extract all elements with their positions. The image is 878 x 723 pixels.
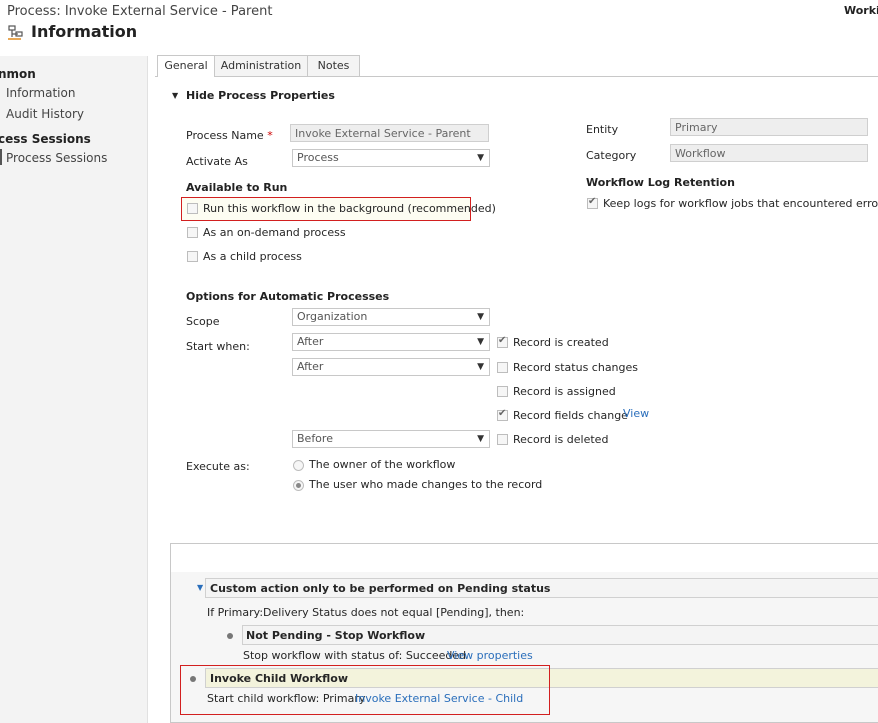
nav-group-common: nmon bbox=[0, 67, 36, 81]
record-fields-checkbox[interactable] bbox=[497, 408, 508, 421]
entity-label: Entity bbox=[586, 123, 619, 136]
category-field: Workflow bbox=[670, 144, 868, 162]
log-retention-heading: Workflow Log Retention bbox=[586, 176, 735, 189]
keep-logs-checkbox[interactable] bbox=[587, 196, 598, 209]
nav-item-information[interactable]: Information bbox=[6, 86, 75, 100]
required-icon: * bbox=[267, 129, 273, 142]
collapse-arrow-icon[interactable]: ▼ bbox=[172, 91, 178, 100]
tab-general[interactable]: General bbox=[157, 55, 215, 77]
record-created-checkbox[interactable] bbox=[497, 335, 508, 348]
start-when-label: Start when: bbox=[186, 340, 250, 353]
scope-label: Scope bbox=[186, 315, 220, 328]
view-properties-link[interactable]: View properties bbox=[447, 649, 533, 662]
tab-administration[interactable]: Administration bbox=[214, 55, 308, 76]
hide-process-properties[interactable]: Hide Process Properties bbox=[186, 89, 335, 102]
on-demand-label: As an on-demand process bbox=[203, 226, 346, 239]
dropdown-arrow-icon: ▼ bbox=[477, 337, 484, 347]
on-demand-checkbox[interactable] bbox=[187, 227, 198, 238]
activate-as-label: Activate As bbox=[186, 155, 248, 168]
run-background-label: Run this workflow in the background (rec… bbox=[203, 202, 496, 215]
start-when-status-value: After bbox=[297, 360, 324, 373]
record-status-label: Record status changes bbox=[513, 361, 639, 374]
nav-selection-bar bbox=[0, 149, 2, 165]
record-fields-label: Record fields change bbox=[513, 409, 628, 422]
dropdown-arrow-icon: ▼ bbox=[477, 362, 484, 372]
process-icon bbox=[8, 25, 23, 40]
keep-logs-label: Keep logs for workflow jobs that encount… bbox=[603, 197, 878, 210]
user-option-label: The user who made changes to the record bbox=[309, 478, 543, 491]
step-not-pending-text: Stop workflow with status of: Succeeded bbox=[243, 649, 467, 662]
run-background-checkbox[interactable] bbox=[187, 203, 198, 214]
scope-select[interactable]: Organization ▼ bbox=[292, 308, 490, 326]
dropdown-arrow-icon: ▼ bbox=[477, 312, 484, 322]
activate-as-value: Process bbox=[297, 151, 339, 164]
user-radio[interactable] bbox=[293, 480, 304, 491]
dropdown-arrow-icon: ▼ bbox=[477, 153, 484, 163]
designer-toolbar bbox=[171, 544, 878, 572]
start-when-status-select[interactable]: After ▼ bbox=[292, 358, 490, 376]
record-assigned-label: Record is assigned bbox=[513, 385, 616, 398]
record-status-checkbox[interactable] bbox=[497, 362, 508, 373]
owner-option-label: The owner of the workflow bbox=[309, 458, 456, 471]
child-process-label: As a child process bbox=[203, 250, 302, 263]
child-process-checkbox[interactable] bbox=[187, 251, 198, 262]
page-title: Information bbox=[31, 22, 138, 41]
process-name-label: Process Name * bbox=[186, 129, 273, 142]
activate-as-select[interactable]: Process ▼ bbox=[292, 149, 490, 167]
category-label: Category bbox=[586, 149, 637, 162]
expand-arrow-icon[interactable]: ▼ bbox=[197, 583, 203, 592]
step-not-pending-title: Not Pending - Stop Workflow bbox=[246, 629, 426, 642]
start-when-created-value: After bbox=[297, 335, 324, 348]
scope-value: Organization bbox=[297, 310, 368, 323]
header-status: Workin bbox=[844, 4, 878, 17]
owner-radio[interactable] bbox=[293, 460, 304, 471]
highlight-box-child-workflow bbox=[180, 665, 550, 715]
view-fields-link[interactable]: View bbox=[623, 407, 649, 420]
nav-group-process-sessions: cess Sessions bbox=[0, 132, 91, 146]
dropdown-arrow-icon: ▼ bbox=[477, 434, 484, 444]
process-name-field: Invoke External Service - Parent bbox=[290, 124, 489, 142]
record-assigned-checkbox[interactable] bbox=[497, 386, 508, 397]
start-when-deleted-value: Before bbox=[297, 432, 333, 445]
available-to-run-heading: Available to Run bbox=[186, 181, 288, 194]
execute-as-label: Execute as: bbox=[186, 460, 250, 473]
nav-item-process-sessions[interactable]: Process Sessions bbox=[6, 151, 107, 165]
automatic-options-heading: Options for Automatic Processes bbox=[186, 290, 390, 303]
step-condition-text: If Primary:Delivery Status does not equa… bbox=[207, 606, 525, 619]
entity-field: Primary bbox=[670, 118, 868, 136]
start-when-deleted-select[interactable]: Before ▼ bbox=[292, 430, 490, 448]
step-bullet-icon bbox=[227, 633, 233, 639]
record-deleted-checkbox[interactable] bbox=[497, 434, 508, 445]
step-custom-action-title: Custom action only to be performed on Pe… bbox=[210, 582, 551, 595]
tab-notes[interactable]: Notes bbox=[307, 55, 360, 76]
nav-item-audit-history[interactable]: Audit History bbox=[6, 107, 84, 121]
record-created-label: Record is created bbox=[513, 336, 609, 349]
record-deleted-label: Record is deleted bbox=[513, 433, 609, 446]
start-when-created-select[interactable]: After ▼ bbox=[292, 333, 490, 351]
window-title: Process: Invoke External Service - Paren… bbox=[7, 4, 273, 19]
